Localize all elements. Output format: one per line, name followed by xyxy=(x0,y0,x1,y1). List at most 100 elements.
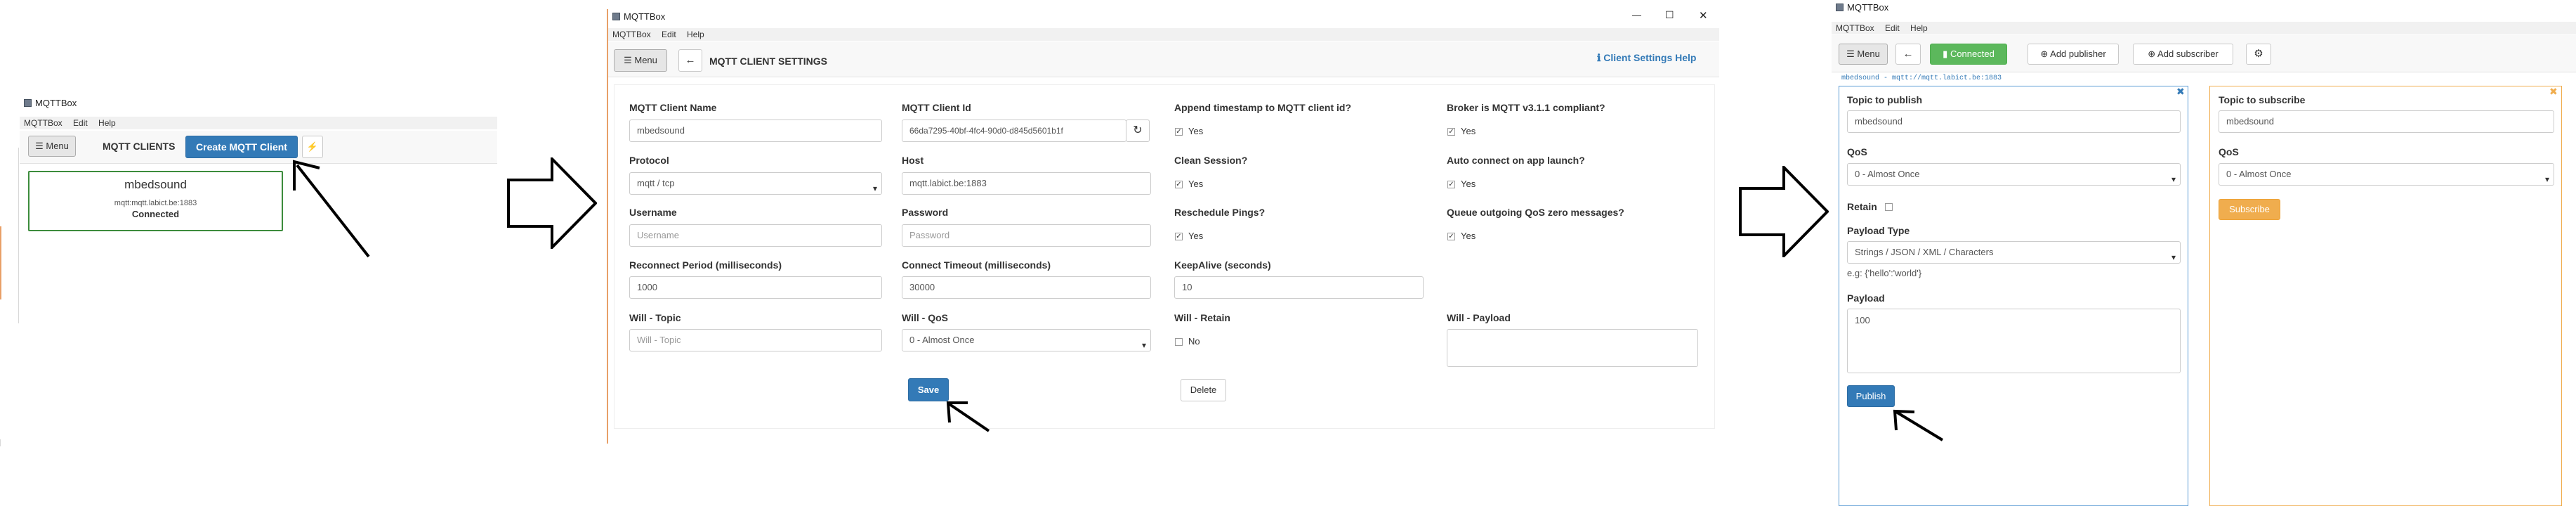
client-card-name: mbedsound xyxy=(124,178,187,191)
publish-button[interactable]: Publish xyxy=(1847,385,1895,407)
back-icon[interactable]: ← xyxy=(678,49,702,72)
host-input[interactable]: mqtt.labict.be:1883 xyxy=(902,172,1151,195)
save-button[interactable]: Save xyxy=(908,378,949,401)
client-id-label: MQTT Client Id xyxy=(902,102,971,113)
publish-topic-label: Topic to publish xyxy=(1847,94,1923,105)
client-card[interactable]: mbedsound mqtt:mqtt.labict.be:1883 Conne… xyxy=(28,171,283,231)
window-title: MQTTBox xyxy=(35,98,77,108)
page-title: MQTT CLIENT SETTINGS xyxy=(709,56,827,67)
auto-connect-checkbox[interactable]: ✓ xyxy=(1447,181,1455,188)
subscribe-qos-label: QoS xyxy=(2219,146,2239,157)
publish-qos-label: QoS xyxy=(1847,146,1867,157)
menu-button[interactable]: ☰ Menu xyxy=(1839,44,1888,65)
will-retain-value: No xyxy=(1188,336,1200,347)
clients-window: MQTTBox MQTTBox Edit Help ☰ Menu MQTT CL… xyxy=(20,96,497,328)
grey-guide xyxy=(0,439,1,446)
protocol-label: Protocol xyxy=(629,155,669,166)
reschedule-pings-label: Reschedule Pings? xyxy=(1174,207,1266,218)
pointer-arrow-icon xyxy=(1893,409,1944,441)
delete-button[interactable]: Delete xyxy=(1181,379,1226,401)
reschedule-pings-value: Yes xyxy=(1188,231,1204,241)
retain-label: Retain xyxy=(1847,201,1877,212)
gear-icon[interactable]: ⚙ xyxy=(2246,44,2271,65)
reschedule-pings-checkbox[interactable]: ✓ xyxy=(1175,233,1183,240)
window-title: MQTTBox xyxy=(624,11,666,22)
client-id-input[interactable]: 66da7295-40bf-4fc4-90d0-d845d5601b1f xyxy=(902,120,1126,142)
client-card-host: mqtt:mqtt.labict.be:1883 xyxy=(114,199,197,207)
keepalive-label: KeepAlive (seconds) xyxy=(1174,259,1271,271)
lightning-icon[interactable]: ⚡ xyxy=(302,136,323,158)
app-icon xyxy=(24,99,32,107)
will-payload-textarea[interactable] xyxy=(1447,329,1698,367)
menu-edit[interactable]: Edit xyxy=(1885,22,1900,34)
reconnect-input[interactable]: 1000 xyxy=(629,276,882,299)
publish-qos-select[interactable]: 0 - Almost Once xyxy=(1847,163,2181,190)
keepalive-input[interactable]: 10 xyxy=(1174,276,1424,299)
signal-icon: ▮ xyxy=(1943,49,1948,59)
menu-mqttbox[interactable]: MQTTBox xyxy=(612,28,651,41)
window-title: MQTTBox xyxy=(1847,2,1889,13)
menu-bar: MQTTBox Edit Help xyxy=(20,117,497,129)
pointer-arrow-icon xyxy=(293,160,370,258)
subscribe-qos-select[interactable]: 0 - Almost Once xyxy=(2219,163,2554,190)
menu-help[interactable]: Help xyxy=(98,117,116,129)
menu-edit[interactable]: Edit xyxy=(662,28,676,41)
will-retain-checkbox[interactable] xyxy=(1175,338,1183,346)
subscribe-button[interactable]: Subscribe xyxy=(2219,199,2280,220)
flow-arrow-icon xyxy=(1739,166,1829,257)
maximize-icon[interactable]: ☐ xyxy=(1665,9,1674,21)
create-client-button[interactable]: Create MQTT Client xyxy=(185,136,298,158)
timeout-input[interactable]: 30000 xyxy=(902,276,1151,299)
connected-button[interactable]: ▮ Connected xyxy=(1930,44,2007,65)
protocol-select[interactable]: mqtt / tcp xyxy=(629,172,882,199)
flow-arrow-icon xyxy=(507,157,597,249)
menu-mqttbox[interactable]: MQTTBox xyxy=(1836,22,1874,34)
password-label: Password xyxy=(902,207,949,218)
add-publisher-button[interactable]: ⊕ Add publisher xyxy=(2028,44,2119,65)
client-name-input[interactable]: mbedsound xyxy=(629,120,882,142)
will-topic-label: Will - Topic xyxy=(629,312,681,323)
refresh-icon[interactable]: ↻ xyxy=(1126,120,1150,142)
subscribe-topic-input[interactable]: mbedsound xyxy=(2219,110,2554,133)
client-card-status: Connected xyxy=(131,209,180,219)
close-icon[interactable]: ✕ xyxy=(1699,9,1708,22)
publisher-close-icon[interactable]: ✖ xyxy=(2176,86,2185,98)
payload-textarea[interactable]: 100 xyxy=(1847,309,2181,373)
will-qos-select[interactable]: 0 - Almost Once xyxy=(902,329,1151,356)
menu-help[interactable]: Help xyxy=(687,28,704,41)
username-label: Username xyxy=(629,207,677,218)
auto-connect-label: Auto connect on app launch? xyxy=(1447,155,1585,166)
append-timestamp-checkbox[interactable]: ✓ xyxy=(1175,128,1183,136)
menu-button[interactable]: ☰ Menu xyxy=(28,136,76,157)
menu-button[interactable]: ☰ Menu xyxy=(614,49,667,72)
username-input[interactable]: Username xyxy=(629,224,882,247)
append-timestamp-value: Yes xyxy=(1188,126,1204,136)
publish-topic-input[interactable]: mbedsound xyxy=(1847,110,2181,133)
menu-help[interactable]: Help xyxy=(1910,22,1928,34)
payload-hint: e.g: {'hello':'world'} xyxy=(1847,268,1922,278)
publisher-card xyxy=(1839,86,2188,506)
page-title: MQTT CLIENTS xyxy=(103,141,176,152)
password-input[interactable]: Password xyxy=(902,224,1151,247)
payload-type-select[interactable]: Strings / JSON / XML / Characters xyxy=(1847,241,2181,268)
help-link[interactable]: ℹ Client Settings Help xyxy=(1597,52,1696,64)
add-subscriber-button[interactable]: ⊕ Add subscriber xyxy=(2133,44,2233,65)
grey-guide xyxy=(18,148,19,323)
minimize-icon[interactable]: — xyxy=(1632,10,1641,20)
plus-circle-icon: ⊕ xyxy=(2148,49,2156,59)
queue-qos-checkbox[interactable]: ✓ xyxy=(1447,233,1455,240)
back-icon[interactable]: ← xyxy=(1895,44,1921,65)
payload-type-label: Payload Type xyxy=(1847,225,1910,236)
menu-mqttbox[interactable]: MQTTBox xyxy=(24,117,63,129)
timeout-label: Connect Timeout (milliseconds) xyxy=(902,259,1051,271)
clean-session-checkbox[interactable]: ✓ xyxy=(1175,181,1183,188)
broker-compliant-checkbox[interactable]: ✓ xyxy=(1447,128,1455,136)
retain-checkbox[interactable] xyxy=(1885,203,1893,211)
pointer-arrow-icon xyxy=(946,401,990,432)
subscriber-close-icon[interactable]: ✖ xyxy=(2549,86,2558,98)
will-topic-input[interactable]: Will - Topic xyxy=(629,329,882,351)
app-icon xyxy=(1836,4,1844,11)
will-qos-label: Will - QoS xyxy=(902,312,948,323)
menu-edit[interactable]: Edit xyxy=(73,117,88,129)
clean-session-label: Clean Session? xyxy=(1174,155,1248,166)
